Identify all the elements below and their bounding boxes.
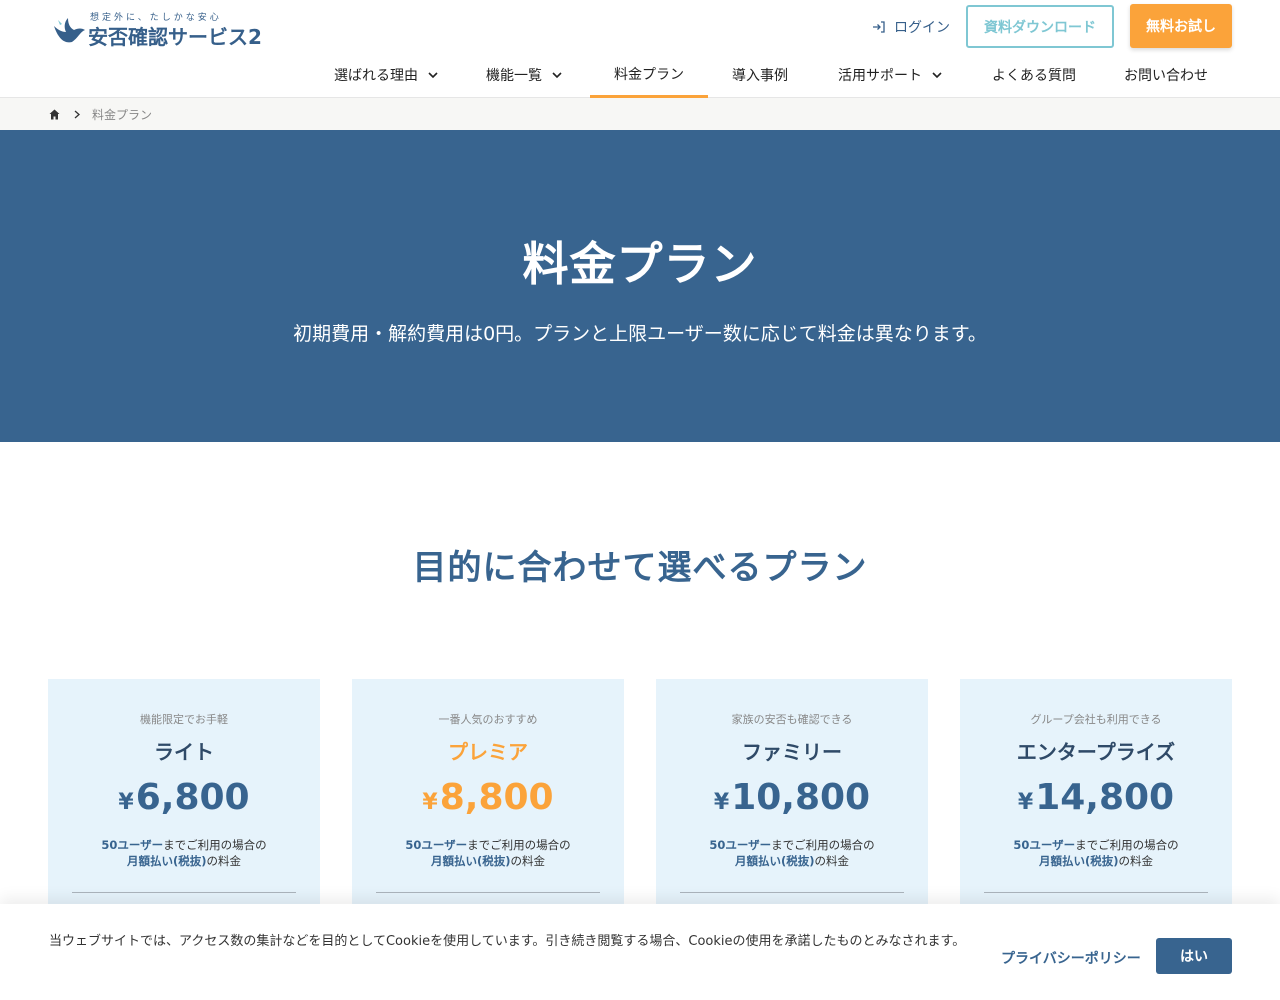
- breadcrumb-current: 料金プラン: [92, 107, 153, 122]
- note-text: の料金: [814, 854, 850, 868]
- plan-tagline: 家族の安否も確認できる: [731, 713, 853, 726]
- plan-price: ¥6,800: [48, 777, 320, 818]
- divider: [680, 892, 904, 893]
- plans-section-title: 目的に合わせて選べるプラン: [412, 548, 868, 588]
- divider: [984, 892, 1208, 893]
- divider: [376, 892, 600, 893]
- login-label: ログイン: [894, 20, 950, 36]
- divider: [72, 892, 296, 893]
- plan-price-note: 50ユーザーまでご利用の場合の月額払い(税抜)の料金: [352, 837, 624, 869]
- nav-item-label: 選ばれる理由: [334, 68, 418, 84]
- chevron-right-icon: [74, 110, 80, 118]
- plan-card-family: 家族の安否も確認できる ファミリー ¥10,800 50ユーザーまでご利用の場合…: [656, 679, 928, 919]
- plan-card-lite: 機能限定でお手軽 ライト ¥6,800 50ユーザーまでご利用の場合の月額払い(…: [48, 679, 320, 919]
- download-materials-button[interactable]: 資料ダウンロード: [966, 5, 1114, 48]
- cookie-message: 当ウェブサイトでは、アクセス数の集計などを目的としてCookieを使用しています…: [49, 934, 966, 949]
- nav-item-label: 機能一覧: [486, 68, 542, 84]
- nav-item-label: 活用サポート: [838, 68, 922, 84]
- chevron-down-icon: [932, 71, 942, 78]
- price-value: 6,800: [135, 777, 250, 818]
- home-icon[interactable]: [49, 109, 60, 120]
- nav-item-label: 導入事例: [732, 68, 788, 84]
- breadcrumb: 料金プラン: [0, 98, 1280, 130]
- note-billing: 月額払い(税抜): [430, 854, 511, 868]
- login-link[interactable]: ログイン: [872, 17, 950, 37]
- free-trial-button[interactable]: 無料お試し: [1130, 4, 1232, 48]
- note-text: の料金: [510, 854, 546, 868]
- note-text: までご利用の場合の: [163, 838, 267, 852]
- plan-price-note: 50ユーザーまでご利用の場合の月額払い(税抜)の料金: [960, 837, 1232, 869]
- page-title: 料金プラン: [522, 237, 758, 291]
- nav-item-features[interactable]: 機能一覧: [474, 52, 574, 98]
- price-value: 8,800: [439, 777, 554, 818]
- currency-symbol: ¥: [1017, 790, 1034, 815]
- note-text: までご利用の場合の: [771, 838, 875, 852]
- currency-symbol: ¥: [422, 790, 438, 815]
- note-text: の料金: [1118, 854, 1154, 868]
- plan-price: ¥14,800: [960, 777, 1232, 818]
- plan-name: プレミア: [448, 740, 528, 764]
- dove-logo-icon: [54, 18, 85, 43]
- plan-card-enterprise: グループ会社も利用できる エンタープライズ ¥14,800 50ユーザーまでご利…: [960, 679, 1232, 919]
- plan-price-note: 50ユーザーまでご利用の場合の月額払い(税抜)の料金: [48, 837, 320, 869]
- plan-price-note: 50ユーザーまでご利用の場合の月額払い(税抜)の料金: [656, 837, 928, 869]
- nav-item-pricing[interactable]: 料金プラン: [590, 52, 708, 98]
- plan-price: ¥8,800: [352, 777, 624, 818]
- note-users: 50ユーザー: [405, 838, 468, 852]
- note-billing: 月額払い(税抜): [126, 854, 207, 868]
- chevron-down-icon: [428, 71, 438, 78]
- nav-item-support[interactable]: 活用サポート: [820, 52, 960, 98]
- site-logo[interactable]: 想定外に、たしかな安心 安否確認サービス2: [50, 8, 280, 49]
- note-text: の料金: [206, 854, 242, 868]
- note-billing: 月額払い(税抜): [1038, 854, 1119, 868]
- nav-item-label: 料金プラン: [614, 66, 684, 83]
- note-text: までご利用の場合の: [467, 838, 571, 852]
- nav-item-case-studies[interactable]: 導入事例: [716, 52, 804, 98]
- cookie-accept-button[interactable]: はい: [1156, 938, 1232, 974]
- page-subtitle: 初期費用・解約費用は0円。プランと上限ユーザー数に応じて料金は異なります。: [293, 323, 987, 345]
- plan-price: ¥10,800: [656, 777, 928, 818]
- privacy-policy-link[interactable]: プライバシーポリシー: [1001, 948, 1141, 968]
- nav-item-contact[interactable]: お問い合わせ: [1108, 52, 1224, 98]
- note-text: までご利用の場合の: [1075, 838, 1179, 852]
- currency-symbol: ¥: [713, 790, 730, 815]
- nav-item-label: お問い合わせ: [1124, 68, 1208, 84]
- nav-item-faq[interactable]: よくある質問: [976, 52, 1092, 98]
- logo-name: 安否確認サービス2: [88, 25, 262, 49]
- note-billing: 月額払い(税抜): [734, 854, 815, 868]
- plan-tagline: グループ会社も利用できる: [1030, 713, 1162, 726]
- plan-tagline: 機能限定でお手軽: [140, 713, 228, 726]
- chevron-down-icon: [552, 71, 562, 78]
- price-value: 14,800: [1035, 777, 1175, 818]
- hero-banner: 料金プラン 初期費用・解約費用は0円。プランと上限ユーザー数に応じて料金は異なり…: [0, 130, 1280, 442]
- nav-item-label: よくある質問: [992, 68, 1076, 84]
- price-value: 10,800: [731, 777, 871, 818]
- plan-tagline: 一番人気のおすすめ: [438, 713, 538, 726]
- currency-symbol: ¥: [118, 790, 134, 815]
- plan-card-premier: 一番人気のおすすめ プレミア ¥8,800 50ユーザーまでご利用の場合の月額払…: [352, 679, 624, 919]
- site-header: 想定外に、たしかな安心 安否確認サービス2 ログイン 資料ダウンロード 無料お試…: [0, 0, 1280, 98]
- plan-name: ファミリー: [742, 740, 842, 764]
- plan-name: エンタープライズ: [1016, 740, 1176, 764]
- note-users: 50ユーザー: [101, 838, 164, 852]
- note-users: 50ユーザー: [1013, 838, 1076, 852]
- login-icon: [873, 21, 885, 33]
- note-users: 50ユーザー: [709, 838, 772, 852]
- nav-item-reasons[interactable]: 選ばれる理由: [314, 52, 458, 98]
- plan-name: ライト: [154, 740, 214, 764]
- cookie-banner: 当ウェブサイトでは、アクセス数の集計などを目的としてCookieを使用しています…: [0, 904, 1280, 1000]
